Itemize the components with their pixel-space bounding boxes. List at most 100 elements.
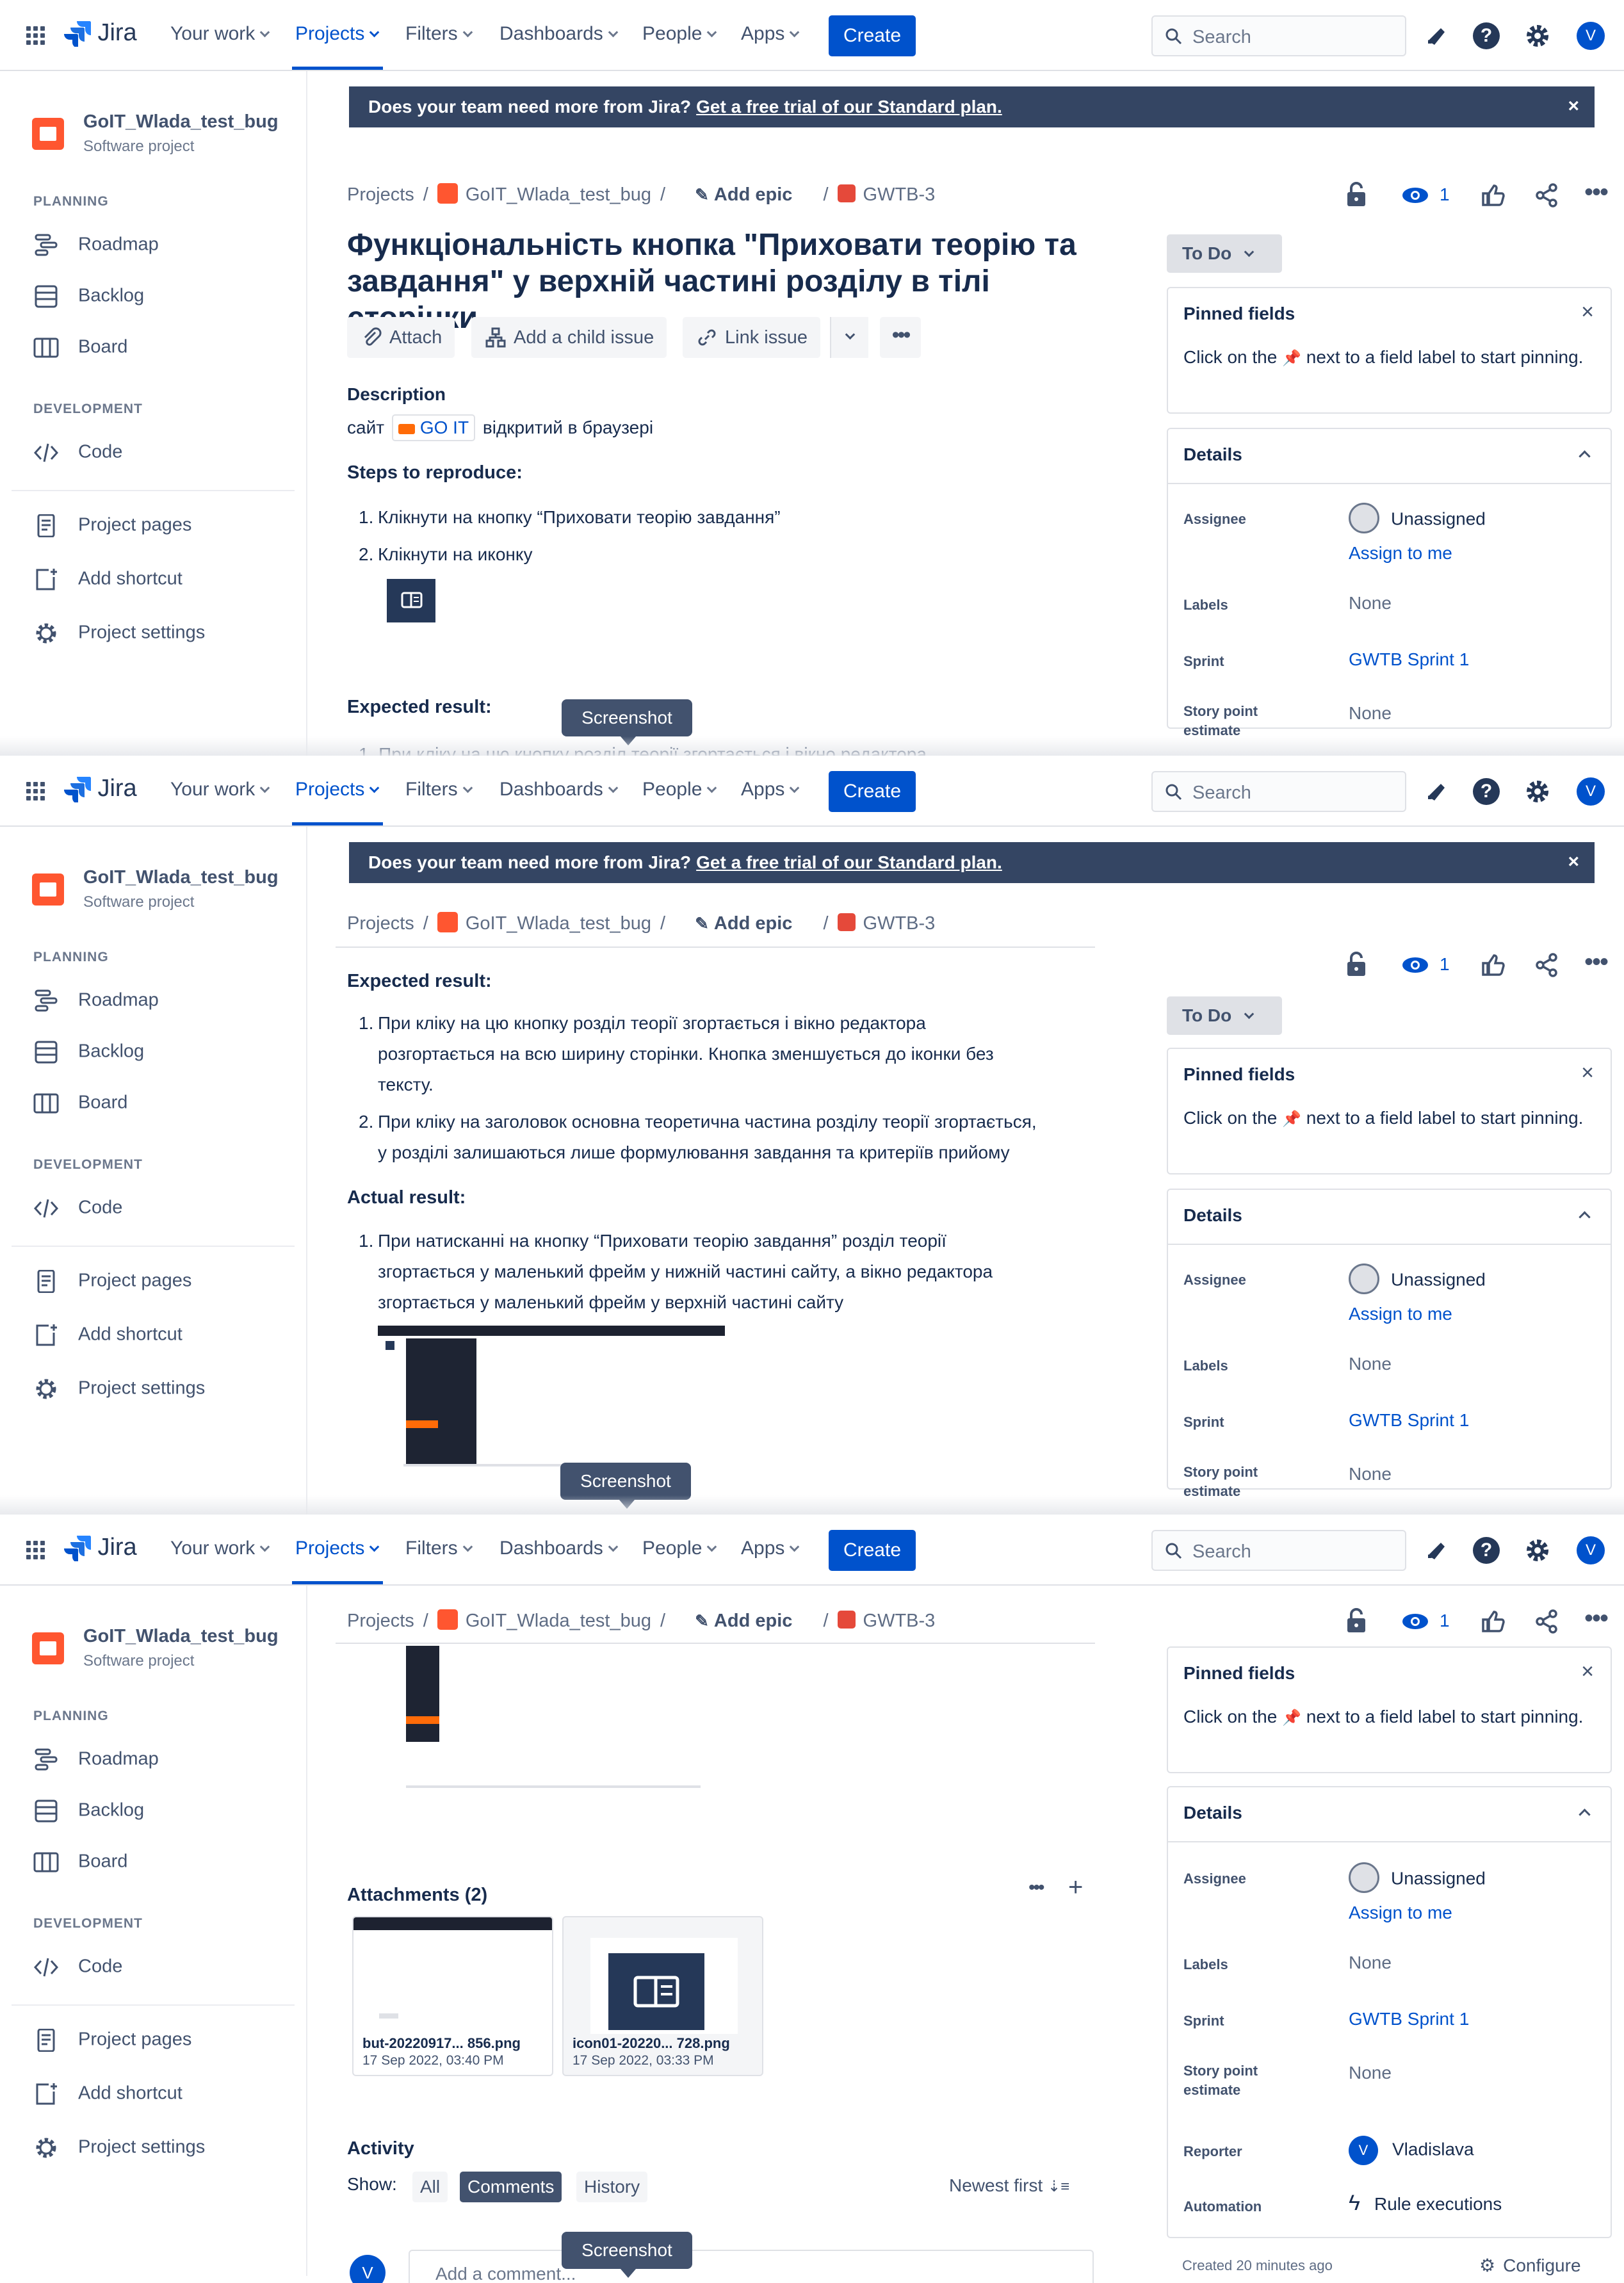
nav-projects[interactable]: Projects	[295, 779, 380, 800]
breadcrumb-issue-key[interactable]: GWTB-3	[863, 913, 936, 934]
labels-value[interactable]: None	[1349, 1953, 1392, 1973]
add-attachment-icon[interactable]: +	[1068, 1873, 1083, 1902]
sidebar-item-backlog[interactable]: Backlog	[33, 1800, 144, 1823]
more-actions-icon[interactable]: •••	[1584, 1604, 1609, 1633]
sidebar-item-add-shortcut[interactable]: Add shortcut	[33, 1324, 183, 1347]
more-options-icon[interactable]: •••	[1028, 1877, 1044, 1899]
nav-projects[interactable]: Projects	[295, 23, 380, 45]
lock-icon[interactable]	[1345, 1608, 1368, 1634]
filter-comments[interactable]: Comments	[460, 2172, 562, 2202]
sidebar-item-project-pages[interactable]: Project pages	[33, 2028, 191, 2052]
app-switcher-icon[interactable]	[26, 781, 46, 802]
attachment-card[interactable]: but-20220917... 856.png 17 Sep 2022, 03:…	[352, 1916, 553, 2076]
close-icon[interactable]: ×	[1581, 1659, 1594, 1684]
more-actions-icon[interactable]: •••	[1584, 178, 1609, 207]
link-issue-dropdown[interactable]	[830, 317, 868, 358]
search-input[interactable]: Search	[1151, 771, 1406, 812]
breadcrumb-issue-key[interactable]: GWTB-3	[863, 184, 936, 205]
nav-filters[interactable]: Filters	[405, 23, 473, 45]
share-icon[interactable]	[1534, 183, 1559, 207]
search-input[interactable]: Search	[1151, 15, 1406, 56]
nav-your-work[interactable]: Your work	[170, 1538, 270, 1559]
notifications-icon[interactable]	[1423, 779, 1449, 804]
banner-trial-link[interactable]: Get a free trial of our Standard plan.	[696, 97, 1002, 117]
nav-apps[interactable]: Apps	[741, 779, 800, 800]
help-icon[interactable]: ?	[1473, 22, 1500, 49]
labels-value[interactable]: None	[1349, 1354, 1392, 1374]
sprint-value[interactable]: GWTB Sprint 1	[1349, 2009, 1469, 2029]
watch-icon[interactable]	[1401, 955, 1429, 975]
settings-icon[interactable]	[1524, 778, 1551, 805]
chevron-up-icon[interactable]	[1579, 1211, 1591, 1223]
status-dropdown[interactable]: To Do	[1167, 996, 1282, 1035]
assign-to-me-link[interactable]: Assign to me	[1349, 1903, 1452, 1923]
chevron-up-icon[interactable]	[1579, 1808, 1591, 1821]
breadcrumb-project[interactable]: GoIT_Wlada_test_bug	[466, 184, 651, 205]
close-icon[interactable]: ×	[1568, 851, 1579, 873]
sidebar-item-project-settings[interactable]: Project settings	[33, 1377, 205, 1401]
create-button[interactable]: Create	[829, 15, 916, 56]
chevron-up-icon[interactable]	[1579, 450, 1591, 462]
nav-your-work[interactable]: Your work	[170, 779, 270, 800]
breadcrumb-projects[interactable]: Projects	[347, 1611, 414, 1631]
sidebar-item-board[interactable]: Board	[33, 1851, 127, 1874]
sidebar-item-backlog[interactable]: Backlog	[33, 1041, 144, 1064]
sidebar-item-project-pages[interactable]: Project pages	[33, 1269, 191, 1294]
notifications-icon[interactable]	[1423, 23, 1449, 49]
project-name[interactable]: GoIT_Wlada_test_bug	[83, 111, 279, 133]
settings-icon[interactable]	[1524, 22, 1551, 49]
breadcrumb-issue-key[interactable]: GWTB-3	[863, 1611, 936, 1631]
comment-input[interactable]: Add a comment...	[409, 2250, 1094, 2283]
nav-filters[interactable]: Filters	[405, 779, 473, 800]
breadcrumb-projects[interactable]: Projects	[347, 913, 414, 934]
description-text[interactable]: сайт GO IT відкритий в браузері	[347, 412, 653, 443]
notifications-icon[interactable]	[1423, 1538, 1449, 1563]
sidebar-item-add-shortcut[interactable]: Add shortcut	[33, 2083, 183, 2106]
thumbs-up-icon[interactable]	[1481, 1609, 1505, 1634]
search-input[interactable]: Search	[1151, 1530, 1406, 1571]
watch-icon[interactable]	[1401, 186, 1429, 205]
app-switcher-icon[interactable]	[26, 26, 46, 46]
close-icon[interactable]: ×	[1581, 1060, 1594, 1085]
breadcrumb-project[interactable]: GoIT_Wlada_test_bug	[466, 1611, 651, 1631]
close-icon[interactable]: ×	[1568, 95, 1579, 117]
attach-button[interactable]: Attach	[347, 317, 455, 358]
add-epic-button[interactable]: ✎ Add epic	[695, 184, 792, 205]
assignee-value[interactable]: Unassigned	[1349, 1862, 1486, 1895]
sidebar-item-project-settings[interactable]: Project settings	[33, 2136, 205, 2159]
assign-to-me-link[interactable]: Assign to me	[1349, 1304, 1452, 1324]
watch-icon[interactable]	[1401, 1612, 1429, 1631]
nav-people[interactable]: People	[642, 779, 717, 800]
project-name[interactable]: GoIT_Wlada_test_bug	[83, 1626, 279, 1647]
details-title[interactable]: Details	[1183, 1803, 1242, 1823]
sprint-value[interactable]: GWTB Sprint 1	[1349, 1410, 1469, 1431]
sidebar-item-code[interactable]: Code	[33, 1956, 122, 1979]
nav-apps[interactable]: Apps	[741, 23, 800, 45]
banner-trial-link[interactable]: Get a free trial of our Standard plan.	[696, 852, 1002, 872]
configure-button[interactable]: ⚙ Configure	[1479, 2255, 1581, 2276]
embedded-icon-image[interactable]	[387, 579, 435, 622]
sidebar-item-roadmap[interactable]: Roadmap	[33, 1748, 159, 1771]
avatar[interactable]: V	[1577, 1536, 1605, 1564]
sidebar-item-code[interactable]: Code	[33, 441, 122, 464]
nav-dashboards[interactable]: Dashboards	[499, 1538, 619, 1559]
nav-apps[interactable]: Apps	[741, 1538, 800, 1559]
lock-icon[interactable]	[1345, 182, 1368, 207]
story-points-value[interactable]: None	[1349, 1464, 1392, 1484]
nav-people[interactable]: People	[642, 23, 717, 45]
story-points-value[interactable]: None	[1349, 703, 1392, 724]
share-icon[interactable]	[1534, 1609, 1559, 1634]
avatar[interactable]: V	[1577, 22, 1605, 50]
project-name[interactable]: GoIT_Wlada_test_bug	[83, 867, 279, 888]
reporter-value[interactable]: V Vladislava	[1349, 2136, 1474, 2165]
details-title[interactable]: Details	[1183, 444, 1242, 465]
assignee-value[interactable]: Unassigned	[1349, 503, 1486, 535]
avatar[interactable]: V	[1577, 777, 1605, 806]
breadcrumb-projects[interactable]: Projects	[347, 184, 414, 205]
nav-projects[interactable]: Projects	[295, 1538, 380, 1559]
sort-button[interactable]: Newest first ⇣≡	[949, 2175, 1069, 2196]
jira-logo[interactable]: Jira	[64, 775, 137, 807]
jira-logo[interactable]: Jira	[64, 19, 137, 51]
sidebar-item-project-pages[interactable]: Project pages	[33, 514, 191, 538]
sidebar-item-code[interactable]: Code	[33, 1197, 122, 1220]
